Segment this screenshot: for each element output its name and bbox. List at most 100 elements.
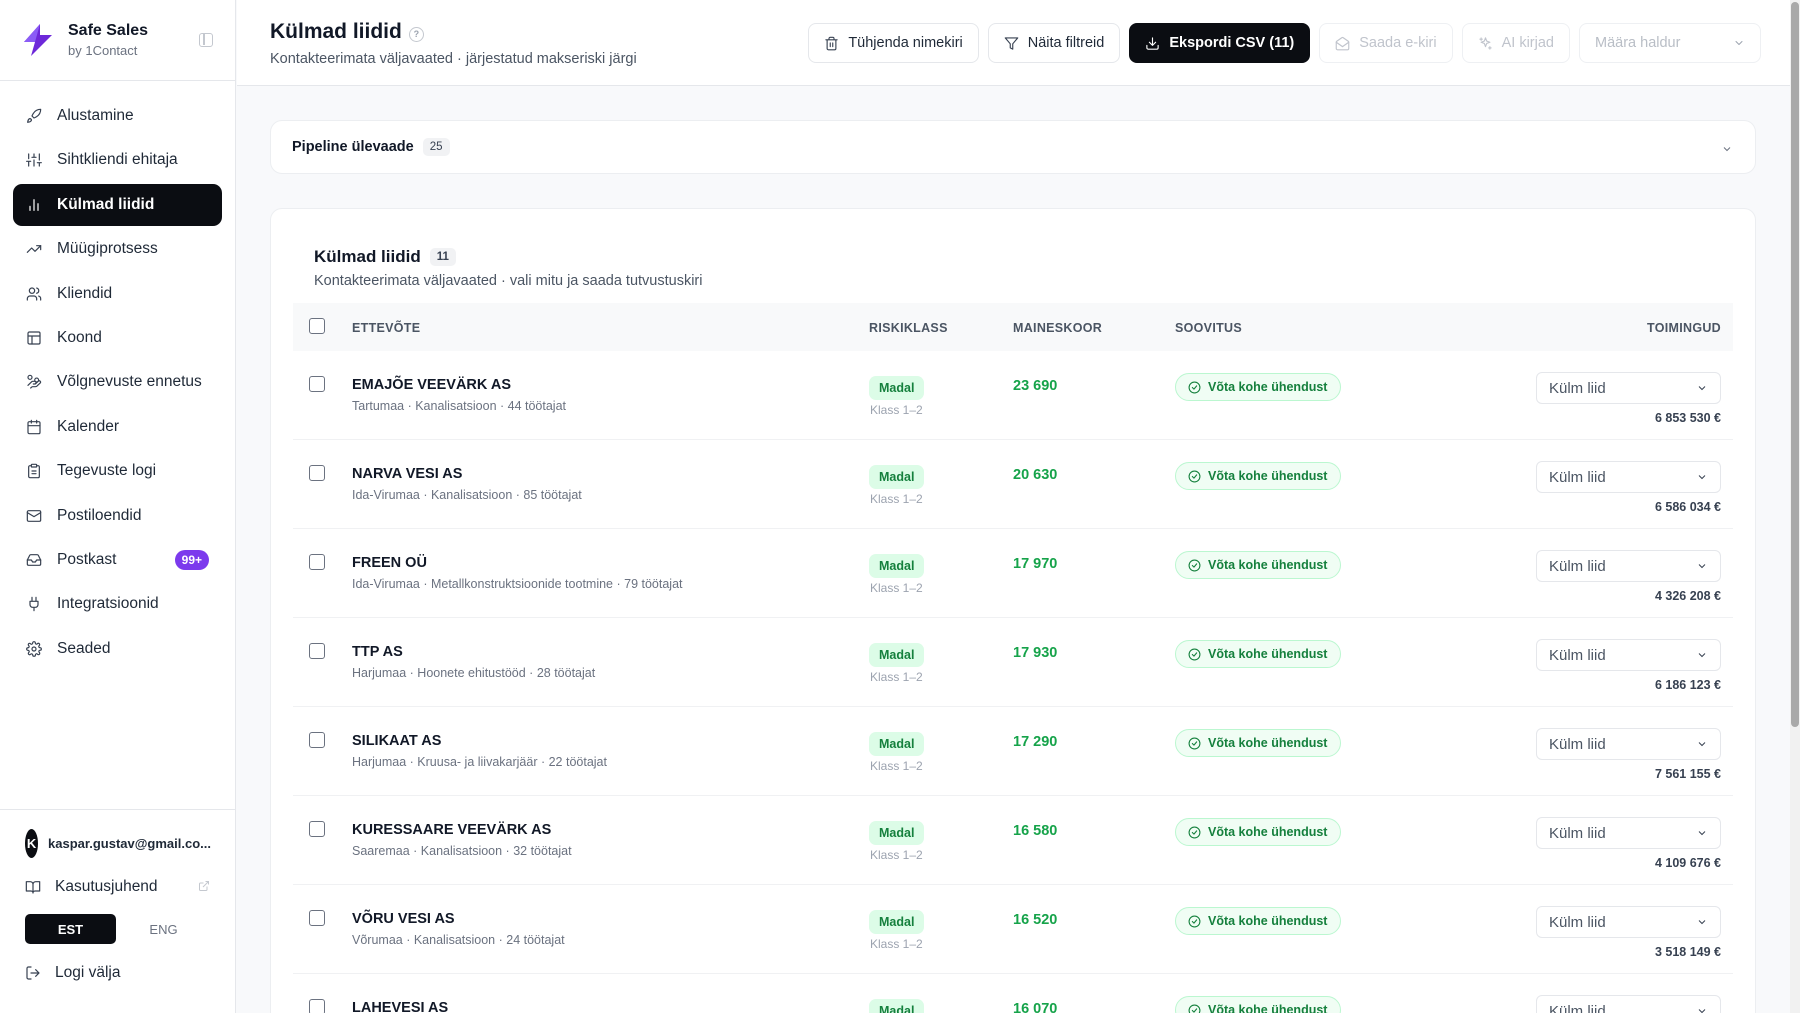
row-checkbox[interactable] bbox=[309, 910, 325, 926]
gear-icon bbox=[26, 640, 42, 657]
sidebar-item-postkast[interactable]: Postkast 99+ bbox=[13, 539, 222, 581]
chevron-down-icon bbox=[1733, 37, 1745, 49]
lead-status-select[interactable]: Külm liid bbox=[1536, 372, 1721, 404]
assign-owner-select[interactable]: Määra haldur bbox=[1579, 23, 1761, 63]
lead-status-select[interactable]: Külm liid bbox=[1536, 550, 1721, 582]
logout-label: Logi välja bbox=[55, 964, 121, 981]
company-name[interactable]: NARVA VESI AS bbox=[352, 466, 462, 482]
row-checkbox[interactable] bbox=[309, 554, 325, 570]
chevron-down-icon bbox=[1698, 386, 1706, 391]
column-risk[interactable]: RISKIKLASS bbox=[869, 321, 948, 335]
sidebar-item-sihtkliendi-ehitaja[interactable]: Sihtkliendi ehitaja bbox=[13, 139, 222, 181]
lead-status-select[interactable]: Külm liid bbox=[1536, 461, 1721, 493]
clear-list-button[interactable]: Tühjenda nimekiri bbox=[808, 23, 979, 63]
lang-est-button[interactable]: EST bbox=[25, 914, 116, 944]
company-name[interactable]: FREEN OÜ bbox=[352, 555, 427, 571]
company-meta: Ida-Virumaa · Metallkonstruktsioonide to… bbox=[352, 577, 683, 591]
check-circle-icon bbox=[1188, 559, 1201, 572]
select-all-checkbox[interactable] bbox=[309, 318, 325, 334]
help-icon[interactable]: ? bbox=[408, 26, 424, 42]
sidebar-item-kulmad-liidid[interactable]: Külmad liidid bbox=[13, 183, 222, 226]
pipeline-overview-panel[interactable]: Pipeline ülevaade 25 bbox=[270, 120, 1756, 174]
company-meta: Harjumaa · Kruusa- ja liivakarjäär · 22 … bbox=[352, 755, 607, 769]
lead-status-select[interactable]: Külm liid bbox=[1536, 906, 1721, 938]
sidebar-item-kliendid[interactable]: Kliendid bbox=[13, 273, 222, 315]
chevron-down-icon[interactable] bbox=[1721, 142, 1733, 154]
sidebar-item-postiloendid[interactable]: Postiloendid bbox=[13, 495, 222, 537]
company-name[interactable]: EMAJÕE VEEVÄRK AS bbox=[352, 377, 511, 393]
company-name[interactable]: KURESSAARE VEEVÄRK AS bbox=[352, 822, 551, 838]
page-title-text: Külmad liidid bbox=[270, 20, 402, 43]
risk-badge: Madal bbox=[869, 999, 925, 1013]
company-meta: Ida-Virumaa · Kanalisatsioon · 85 töötaj… bbox=[352, 488, 582, 502]
sidebar-item-label: Sihtkliendi ehitaja bbox=[57, 151, 178, 169]
table-row[interactable]: EMAJÕE VEEVÄRK AS Tartumaa · Kanalisatsio… bbox=[293, 351, 1733, 440]
sidebar-item-alustamine[interactable]: Alustamine bbox=[13, 95, 222, 137]
sidebar-toggle-icon[interactable] bbox=[199, 33, 213, 47]
lead-status-value: Külm liid bbox=[1549, 379, 1606, 397]
lead-status-select[interactable]: Külm liid bbox=[1536, 728, 1721, 760]
clear-list-label: Tühjenda nimekiri bbox=[848, 35, 963, 51]
revenue-value: 4 326 208 € bbox=[1654, 589, 1721, 603]
advice-badge: Võta kohe ühendust bbox=[1175, 373, 1342, 401]
page-scrollbar[interactable] bbox=[1790, 0, 1800, 1013]
sidebar-item-seaded[interactable]: Seaded bbox=[13, 628, 222, 670]
row-checkbox[interactable] bbox=[309, 732, 325, 748]
show-filters-label: Näita filtreid bbox=[1027, 35, 1105, 51]
company-name[interactable]: LAHEVESI AS bbox=[352, 1000, 448, 1013]
company-name[interactable]: SILIKAAT AS bbox=[352, 733, 441, 749]
scrollbar-thumb[interactable] bbox=[1791, 2, 1799, 727]
sidebar-item-integratsioonid[interactable]: Integratsioonid bbox=[13, 583, 222, 625]
company-meta: Saaremaa · Kanalisatsioon · 32 töötajat bbox=[352, 844, 572, 858]
table-row[interactable]: LAHEVESI AS Madal 16 070 Võta kohe ühendust… bbox=[293, 974, 1733, 1013]
lang-eng-button[interactable]: ENG bbox=[118, 914, 209, 944]
sidebar-item-koond[interactable]: Koond bbox=[13, 317, 222, 359]
check-circle-icon bbox=[1188, 737, 1201, 750]
reputation-score: 23 690 bbox=[1013, 378, 1058, 394]
lead-status-select[interactable]: Külm liid bbox=[1536, 817, 1721, 849]
user-menu[interactable]: K kaspar.gustav@gmail.co... bbox=[0, 828, 236, 858]
row-checkbox[interactable] bbox=[309, 643, 325, 659]
table-row[interactable]: NARVA VESI AS Ida-Virumaa · Kanalisatsioo… bbox=[293, 440, 1733, 529]
lead-status-value: Külm liid bbox=[1549, 468, 1606, 486]
table-row[interactable]: FREEN OÜ Ida-Virumaa · Metallkonstruktsio… bbox=[293, 529, 1733, 618]
table-row[interactable]: TTP AS Harjumaa · Hoonete ehitustööd · 28… bbox=[293, 618, 1733, 707]
column-advice[interactable]: SOOVITUS bbox=[1175, 321, 1242, 335]
ai-letters-button[interactable]: AI kirjad bbox=[1461, 23, 1570, 63]
reputation-score: 17 970 bbox=[1013, 556, 1058, 572]
check-circle-icon bbox=[1188, 915, 1201, 928]
company-name[interactable]: VÕRU VESI AS bbox=[352, 911, 455, 927]
sidebar-item-label: Tegevuste logi bbox=[57, 462, 157, 480]
sidebar-item-muugiprotsess[interactable]: Müügiprotsess bbox=[13, 228, 222, 270]
brand[interactable]: Safe Sales by 1Contact bbox=[0, 0, 235, 81]
row-checkbox[interactable] bbox=[309, 999, 325, 1013]
company-name[interactable]: TTP AS bbox=[352, 644, 403, 660]
row-checkbox[interactable] bbox=[309, 465, 325, 481]
logout-button[interactable]: Logi välja bbox=[0, 958, 236, 988]
sidebar-item-volgnevuste-ennetus[interactable]: Võlgnevuste ennetus bbox=[13, 361, 222, 403]
column-score[interactable]: MAINESKOOR bbox=[1013, 321, 1102, 335]
lead-status-select[interactable]: Külm liid bbox=[1536, 995, 1721, 1013]
table-row[interactable]: KURESSAARE VEEVÄRK AS Saaremaa · Kanalisa… bbox=[293, 796, 1733, 885]
advice-label: Võta kohe ühendust bbox=[1208, 380, 1328, 394]
lead-status-select[interactable]: Külm liid bbox=[1536, 639, 1721, 671]
export-csv-button[interactable]: Ekspordi CSV (11) bbox=[1129, 23, 1311, 63]
table-row[interactable]: SILIKAAT AS Harjumaa · Kruusa- ja liivaka… bbox=[293, 707, 1733, 796]
sidebar-item-kalender[interactable]: Kalender bbox=[13, 406, 222, 448]
show-filters-button[interactable]: Näita filtreid bbox=[987, 23, 1121, 63]
sidebar-item-tegevuste-logi[interactable]: Tegevuste logi bbox=[13, 450, 222, 492]
lead-status-value: Külm liid bbox=[1549, 913, 1606, 931]
sparkles-icon bbox=[1478, 36, 1492, 50]
column-company[interactable]: ETTEVÕTE bbox=[352, 321, 420, 335]
send-email-button[interactable]: Saada e-kiri bbox=[1319, 23, 1453, 63]
company-meta: Võrumaa · Kanalisatsioon · 24 töötajat bbox=[352, 933, 565, 947]
row-checkbox[interactable] bbox=[309, 376, 325, 392]
table-row[interactable]: VÕRU VESI AS Võrumaa · Kanalisatsioon · 2… bbox=[293, 885, 1733, 974]
user-email: kaspar.gustav@gmail.co... bbox=[48, 835, 211, 851]
advice-label: Võta kohe ühendust bbox=[1208, 1003, 1328, 1013]
row-checkbox[interactable] bbox=[309, 821, 325, 837]
rocket-icon bbox=[26, 108, 42, 124]
sidebar-item-label: Külmad liidid bbox=[57, 195, 155, 213]
risk-badge: Madal bbox=[869, 910, 925, 934]
user-guide-link[interactable]: Kasutusjuhend bbox=[0, 872, 236, 902]
